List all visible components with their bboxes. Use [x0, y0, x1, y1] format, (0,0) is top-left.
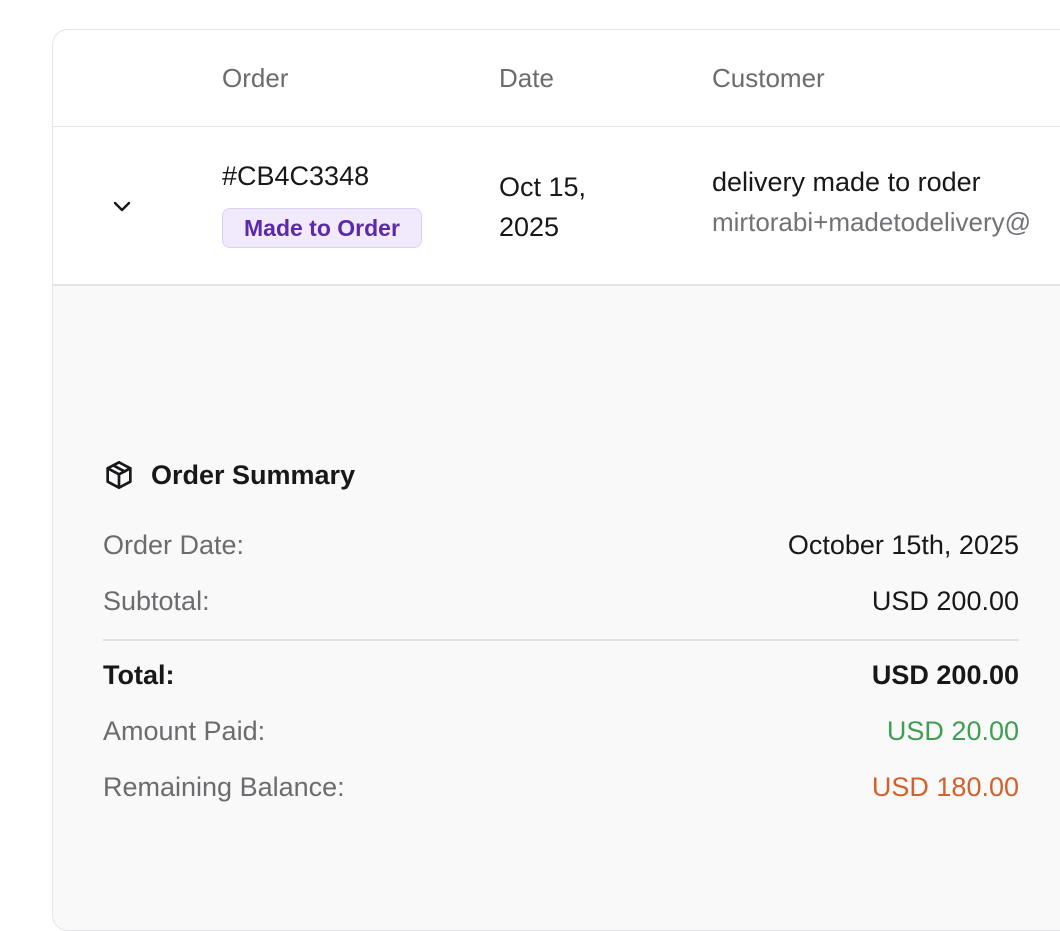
customer-name: delivery made to roder — [712, 167, 981, 197]
table-row[interactable]: #CB4C3348 Made to Order Oct 15, 2025 del… — [53, 127, 1060, 286]
customer-email: mirtorabi+madetodelivery@ — [712, 207, 1032, 237]
orders-table-card: Order Date Customer #CB4C3348 Made to Or… — [52, 29, 1060, 931]
column-header-date[interactable]: Date — [499, 63, 554, 94]
amount-paid-label: Amount Paid: — [103, 716, 266, 746]
column-header-order[interactable]: Order — [222, 63, 288, 94]
summary-row-remaining-balance: Remaining Balance: USD 180.00 — [103, 772, 1019, 803]
summary-divider — [103, 639, 1019, 641]
subtotal-value: USD 200.00 — [871, 586, 1019, 616]
summary-row-subtotal: Subtotal: USD 200.00 — [103, 586, 1019, 617]
amount-paid-value: USD 20.00 — [886, 716, 1019, 746]
subtotal-label: Subtotal: — [103, 586, 210, 616]
table-header: Order Date Customer — [53, 30, 1060, 127]
order-id[interactable]: #CB4C3348 — [222, 161, 369, 192]
order-date-value: October 15th, 2025 — [787, 530, 1019, 560]
total-label: Total: — [103, 660, 175, 690]
order-date-label: Order Date: — [103, 530, 245, 560]
remaining-balance-value: USD 180.00 — [871, 772, 1019, 802]
chevron-down-icon — [113, 201, 131, 212]
summary-row-amount-paid: Amount Paid: USD 20.00 — [103, 716, 1019, 747]
order-details-panel: Order Summary Order Date: October 15th, … — [53, 286, 1060, 930]
column-header-customer[interactable]: Customer — [712, 63, 825, 94]
order-summary-title: Order Summary — [151, 459, 356, 490]
summary-row-total: Total: USD 200.00 — [103, 660, 1019, 691]
collapse-row-button[interactable] — [103, 187, 141, 225]
package-icon — [106, 461, 132, 489]
summary-row-order-date: Order Date: October 15th, 2025 — [103, 530, 1019, 561]
order-type-badge: Made to Order — [222, 208, 422, 248]
total-value: USD 200.00 — [871, 660, 1019, 690]
order-date-cell: Oct 15, 2025 — [499, 172, 587, 242]
order-summary-header: Order Summary — [103, 459, 355, 491]
remaining-balance-label: Remaining Balance: — [103, 772, 345, 802]
